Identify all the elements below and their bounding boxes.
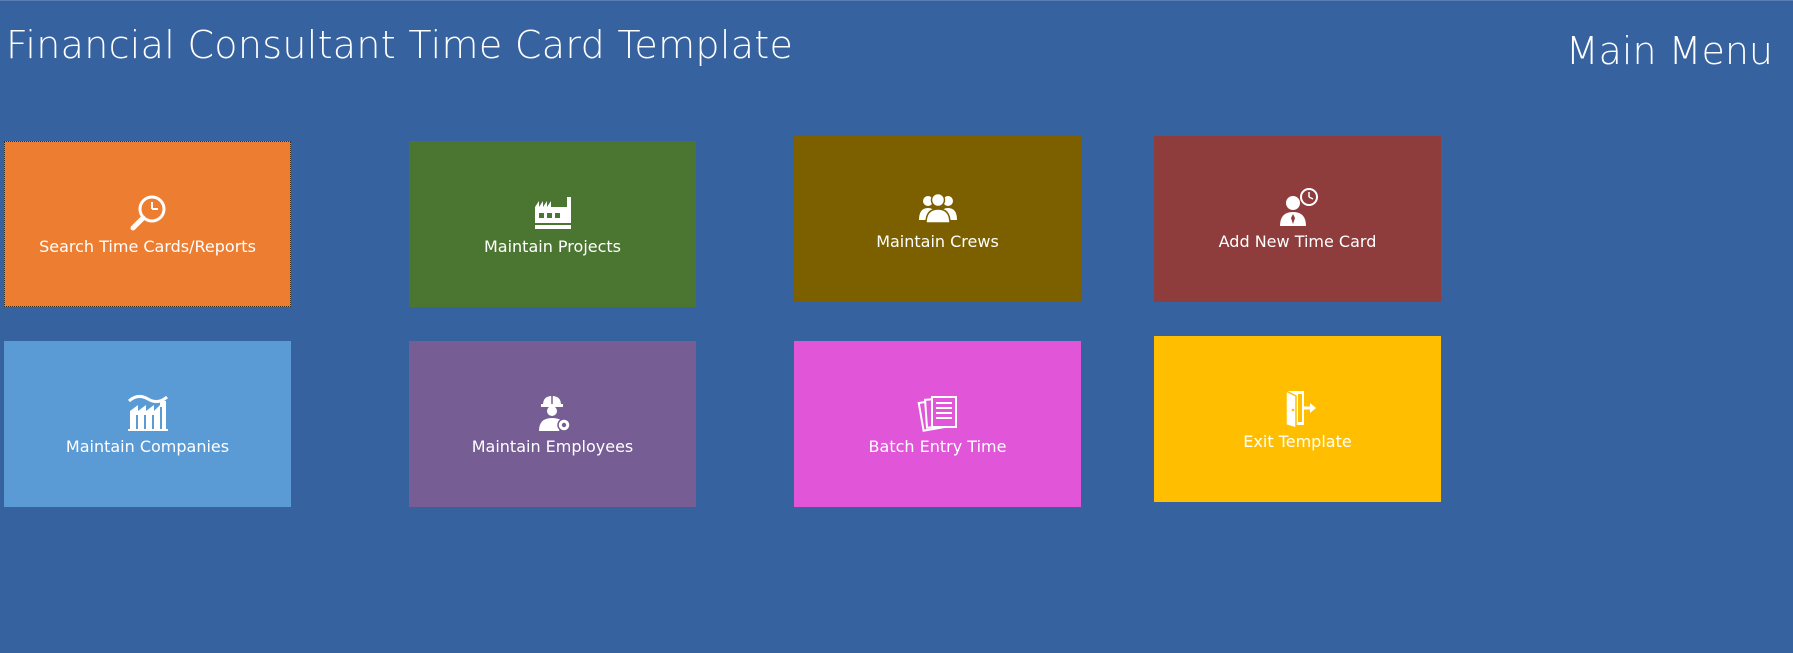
page-title: Main Menu [1565,29,1773,73]
factory-icon [531,193,575,233]
maintain-crews-button[interactable]: Maintain Crews [794,136,1081,302]
search-time-cards-button[interactable]: Search Time Cards/Reports [4,141,291,307]
search-clock-icon [126,193,170,233]
add-new-time-card-label: Add New Time Card [1218,231,1377,251]
industry-icon [126,393,170,433]
maintain-projects-label: Maintain Projects [483,236,622,256]
app-title: Financial Consultant Time Card Template [6,23,794,67]
maintain-projects-button[interactable]: Maintain Projects [409,141,696,307]
batch-entry-time-label: Batch Entry Time [868,436,1007,456]
exit-door-icon [1276,388,1320,428]
documents-icon [916,393,960,433]
search-time-cards-label: Search Time Cards/Reports [39,236,256,256]
maintain-employees-button[interactable]: Maintain Employees [409,341,696,507]
batch-entry-time-button[interactable]: Batch Entry Time [794,341,1081,507]
group-icon [916,188,960,228]
maintain-companies-button[interactable]: Maintain Companies [4,341,291,507]
worker-gear-icon [531,393,575,433]
add-new-time-card-button[interactable]: Add New Time Card [1154,136,1441,302]
main-menu-screen: Financial Consultant Time Card Template … [0,0,1793,653]
maintain-companies-label: Maintain Companies [65,436,230,456]
exit-template-label: Exit Template [1243,431,1352,451]
exit-template-button[interactable]: Exit Template [1154,336,1441,502]
person-clock-icon [1276,187,1320,228]
maintain-employees-label: Maintain Employees [471,436,634,456]
maintain-crews-label: Maintain Crews [876,231,999,251]
